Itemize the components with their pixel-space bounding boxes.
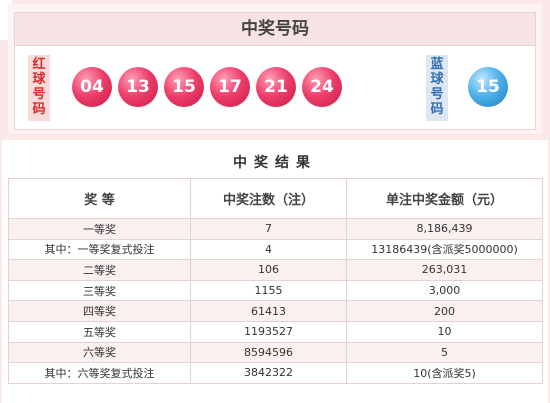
prize-level-cell: 其中：一等奖复式投注 bbox=[8, 238, 191, 261]
column-header-winner-count: 中奖注数（注） bbox=[190, 178, 347, 219]
prize-level-cell: 二等奖 bbox=[8, 259, 191, 281]
results-title: 中奖结果 bbox=[233, 155, 317, 171]
prize-level-cell: 其中：六等奖复式投注 bbox=[8, 362, 191, 384]
prize-level-cell: 六等奖 bbox=[8, 341, 191, 364]
prize-amount-cell: 13186439(含派奖5000000) bbox=[346, 238, 543, 261]
prize-amount-cell: 3,000 bbox=[346, 279, 543, 302]
red-ball-label: 红球号码 bbox=[28, 55, 50, 121]
prize-amount-cell: 8,186,439 bbox=[346, 218, 543, 240]
winner-count-cell: 106 bbox=[190, 259, 347, 281]
prize-amount-cell: 5 bbox=[346, 341, 543, 364]
blue-ball: 15 bbox=[468, 67, 508, 107]
red-ball-1: 04 bbox=[72, 67, 112, 107]
winner-count-cell: 4 bbox=[190, 238, 347, 261]
winner-count-cell: 3842322 bbox=[190, 362, 347, 384]
red-ball-label-text: 红球号码 bbox=[32, 57, 46, 117]
red-ball-4: 17 bbox=[210, 67, 250, 107]
winner-count-cell: 61413 bbox=[190, 300, 347, 322]
table-row: 五等奖 1193527 10 bbox=[8, 320, 543, 343]
prize-level-cell: 一等奖 bbox=[8, 218, 191, 240]
results-panel: 中奖结果 奖 等 中奖注数（注） 单注中奖金额（元） 一等奖 7 8,186,4… bbox=[2, 140, 548, 403]
table-row: 二等奖 106 263,031 bbox=[8, 259, 543, 281]
blue-ball-label: 蓝球号码 bbox=[426, 55, 448, 121]
winner-count-cell: 7 bbox=[190, 218, 347, 240]
winner-count-cell: 8594596 bbox=[190, 341, 347, 364]
table-row: 三等奖 1155 3,000 bbox=[8, 279, 543, 302]
prize-amount-cell: 263,031 bbox=[346, 259, 543, 281]
balls-area: 红球号码 04 13 15 17 21 24 蓝球号码 15 bbox=[14, 46, 536, 130]
column-header-prize-amount: 单注中奖金额（元） bbox=[346, 178, 543, 219]
results-table: 奖 等 中奖注数（注） 单注中奖金额（元） 一等奖 7 8,186,439 其中… bbox=[8, 178, 543, 384]
blue-ball-label-text: 蓝球号码 bbox=[430, 57, 444, 117]
table-row: 六等奖 8594596 5 bbox=[8, 341, 543, 364]
table-row: 其中：一等奖复式投注 4 13186439(含派奖5000000) bbox=[8, 238, 543, 261]
red-ball-2: 13 bbox=[118, 67, 158, 107]
table-header-row: 奖 等 中奖注数（注） 单注中奖金额（元） bbox=[8, 178, 543, 219]
red-ball-6: 24 bbox=[302, 67, 342, 107]
table-row: 其中：六等奖复式投注 3842322 10(含派奖5) bbox=[8, 362, 543, 384]
winning-numbers-title: 中奖号码 bbox=[14, 12, 536, 46]
prize-amount-cell: 10 bbox=[346, 320, 543, 343]
red-ball-3: 15 bbox=[164, 67, 204, 107]
prize-level-cell: 五等奖 bbox=[8, 320, 191, 343]
prize-amount-cell: 200 bbox=[346, 300, 543, 322]
prize-amount-cell: 10(含派奖5) bbox=[346, 362, 543, 384]
prize-level-cell: 四等奖 bbox=[8, 300, 191, 322]
prize-level-cell: 三等奖 bbox=[8, 279, 191, 302]
winner-count-cell: 1193527 bbox=[190, 320, 347, 343]
table-row: 一等奖 7 8,186,439 bbox=[8, 218, 543, 240]
column-header-prize-level: 奖 等 bbox=[8, 178, 191, 219]
winner-count-cell: 1155 bbox=[190, 279, 347, 302]
red-ball-5: 21 bbox=[256, 67, 296, 107]
table-row: 四等奖 61413 200 bbox=[8, 300, 543, 322]
